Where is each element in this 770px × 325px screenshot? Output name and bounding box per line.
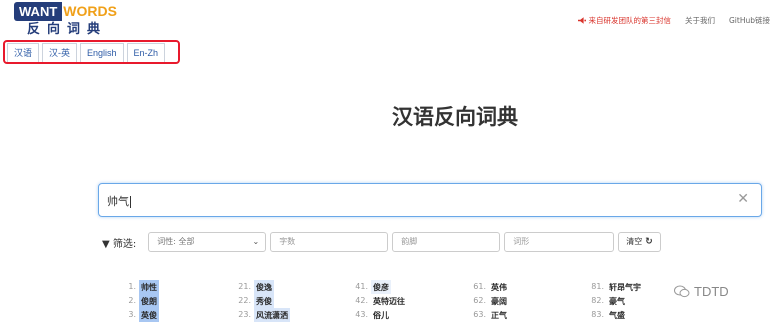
tab-english-chinese[interactable]: En-Zh (126, 43, 166, 63)
team-letter-label: 来自研发团队的第三封信 (588, 15, 672, 25)
logo-subtitle: 反向词典 (27, 22, 108, 37)
tab-english[interactable]: English (80, 43, 124, 63)
result-item[interactable]: 23. 风流潇洒 (235, 308, 345, 322)
result-word[interactable]: 秀俊 (254, 294, 274, 308)
result-column-3: 41. 俊彦 42. 英特迈往 43. 俗儿 (352, 280, 462, 322)
result-word[interactable]: 俊彦 (371, 280, 391, 294)
clear-filters-label: 清空 (626, 237, 643, 246)
close-icon[interactable]: ✕ (737, 191, 749, 207)
result-rank: 43. (355, 310, 368, 319)
result-word[interactable]: 气盛 (607, 308, 627, 322)
tab-chinese[interactable]: 汉语 (7, 43, 40, 63)
team-letter-link[interactable]: 来自研发团队的第三封信 (577, 15, 672, 26)
result-column-4: 61. 英伟 62. 豪阔 63. 正气 (470, 280, 580, 322)
watermark-text: TDTD (694, 284, 729, 299)
logo-want-text: WANT (14, 2, 63, 21)
result-word[interactable]: 英俊 (139, 308, 159, 322)
result-word[interactable]: 豪气 (607, 294, 627, 308)
result-word[interactable]: 正气 (489, 308, 509, 322)
result-rank: 62. (473, 296, 486, 305)
text-caret (130, 196, 131, 208)
result-item[interactable]: 42. 英特迈往 (352, 294, 462, 308)
result-rank: 22. (238, 296, 251, 305)
wantwords-logo[interactable]: WANT WORDS 反向词典 (14, 2, 132, 40)
refresh-icon: ↻ (645, 237, 653, 247)
result-item[interactable]: 1. 帅性 (120, 280, 230, 294)
result-rank: 3. (128, 310, 136, 319)
result-word[interactable]: 俊朗 (139, 294, 159, 308)
pos-select-value: 词性: 全部 (157, 237, 195, 246)
result-word[interactable]: 风流潇洒 (254, 308, 290, 322)
result-word[interactable]: 俗儿 (371, 308, 391, 322)
result-word[interactable]: 轩昂气宇 (607, 280, 643, 294)
result-item[interactable]: 41. 俊彦 (352, 280, 462, 294)
result-column-1: 1. 帅性 2. 俊朗 3. 英俊 (120, 280, 230, 322)
char-count-field[interactable]: 字数 (270, 232, 389, 252)
result-rank: 23. (238, 310, 251, 319)
rhyme-field[interactable]: 韵脚 (392, 232, 501, 252)
chevron-down-icon: ⌄ (252, 237, 260, 246)
result-item[interactable]: 21. 俊逸 (235, 280, 345, 294)
result-word[interactable]: 英特迈往 (371, 294, 407, 308)
result-item[interactable]: 61. 英伟 (470, 280, 580, 294)
word-form-field[interactable]: 词形 (504, 232, 615, 252)
top-nav: 来自研发团队的第三封信 关于我们 GitHub链接 (577, 13, 770, 27)
language-tabs: 汉语 汉-英 English En-Zh (5, 41, 170, 65)
page-title: 汉语反向词典 (392, 104, 518, 129)
pos-select[interactable]: 词性: 全部 ⌄ (148, 232, 267, 252)
result-rank: 63. (473, 310, 486, 319)
result-word[interactable]: 帅性 (139, 280, 159, 294)
wechat-icon (674, 285, 690, 298)
about-us-link[interactable]: 关于我们 (685, 15, 715, 26)
result-word[interactable]: 豪阔 (489, 294, 509, 308)
result-item[interactable]: 43. 俗儿 (352, 308, 462, 322)
github-link[interactable]: GitHub链接 (729, 15, 770, 26)
search-value: 帅气 (107, 195, 129, 208)
result-rank: 42. (355, 296, 368, 305)
result-item[interactable]: 3. 英俊 (120, 308, 230, 322)
watermark: TDTD (674, 284, 729, 299)
result-item[interactable]: 2. 俊朗 (120, 294, 230, 308)
megaphone-icon (577, 16, 586, 24)
tab-chinese-english[interactable]: 汉-英 (42, 43, 78, 63)
result-column-2: 21. 俊逸 22. 秀俊 23. 风流潇洒 (235, 280, 345, 322)
search-input[interactable]: 帅气 ✕ (98, 183, 762, 217)
result-word[interactable]: 俊逸 (254, 280, 274, 294)
result-rank: 1. (128, 282, 136, 291)
result-rank: 41. (355, 282, 368, 291)
result-rank: 83. (591, 310, 604, 319)
result-rank: 2. (128, 296, 136, 305)
logo-words-text: WORDS (63, 3, 117, 19)
filter-label[interactable]: ▼ 筛选: (102, 235, 136, 250)
result-rank: 21. (238, 282, 251, 291)
filter-bar: ▼ 筛选: 词性: 全部 ⌄ 字数 韵脚 词形 清空 ↻ (102, 232, 661, 252)
result-rank: 61. (473, 282, 486, 291)
result-rank: 81. (591, 282, 604, 291)
result-word[interactable]: 英伟 (489, 280, 509, 294)
result-item[interactable]: 83. 气盛 (588, 308, 698, 322)
result-rank: 82. (591, 296, 604, 305)
result-item[interactable]: 62. 豪阔 (470, 294, 580, 308)
result-item[interactable]: 63. 正气 (470, 308, 580, 322)
result-item[interactable]: 22. 秀俊 (235, 294, 345, 308)
clear-filters-button[interactable]: 清空 ↻ (618, 232, 661, 252)
